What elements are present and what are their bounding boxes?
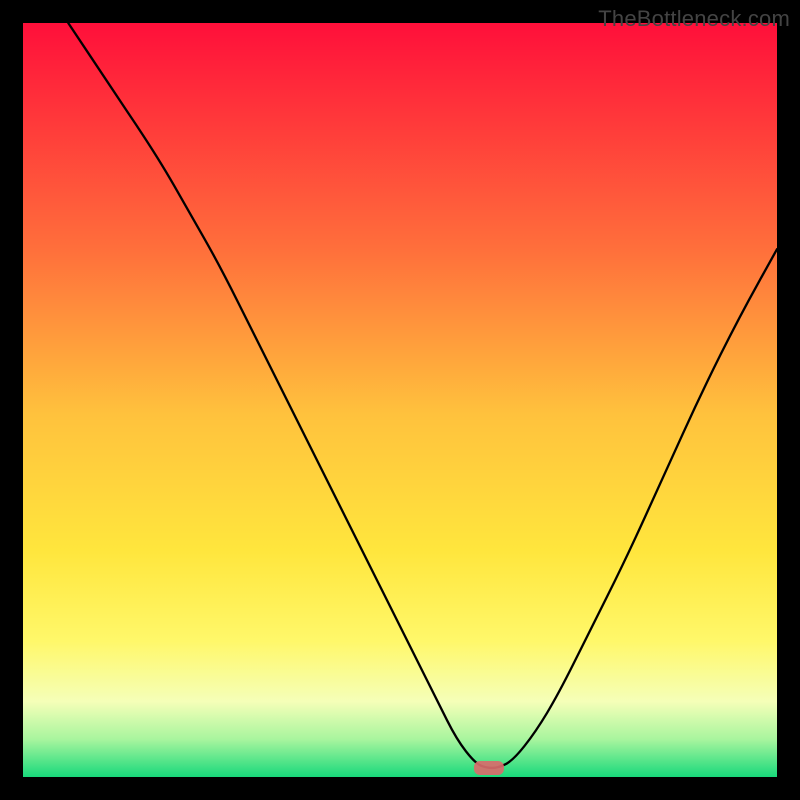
- chart-container: TheBottleneck.com: [0, 0, 800, 800]
- bottleneck-chart: [23, 23, 777, 777]
- gradient-background: [23, 23, 777, 777]
- watermark-text: TheBottleneck.com: [598, 6, 790, 32]
- plot-frame: [23, 23, 777, 777]
- optimal-point-marker: [474, 761, 504, 775]
